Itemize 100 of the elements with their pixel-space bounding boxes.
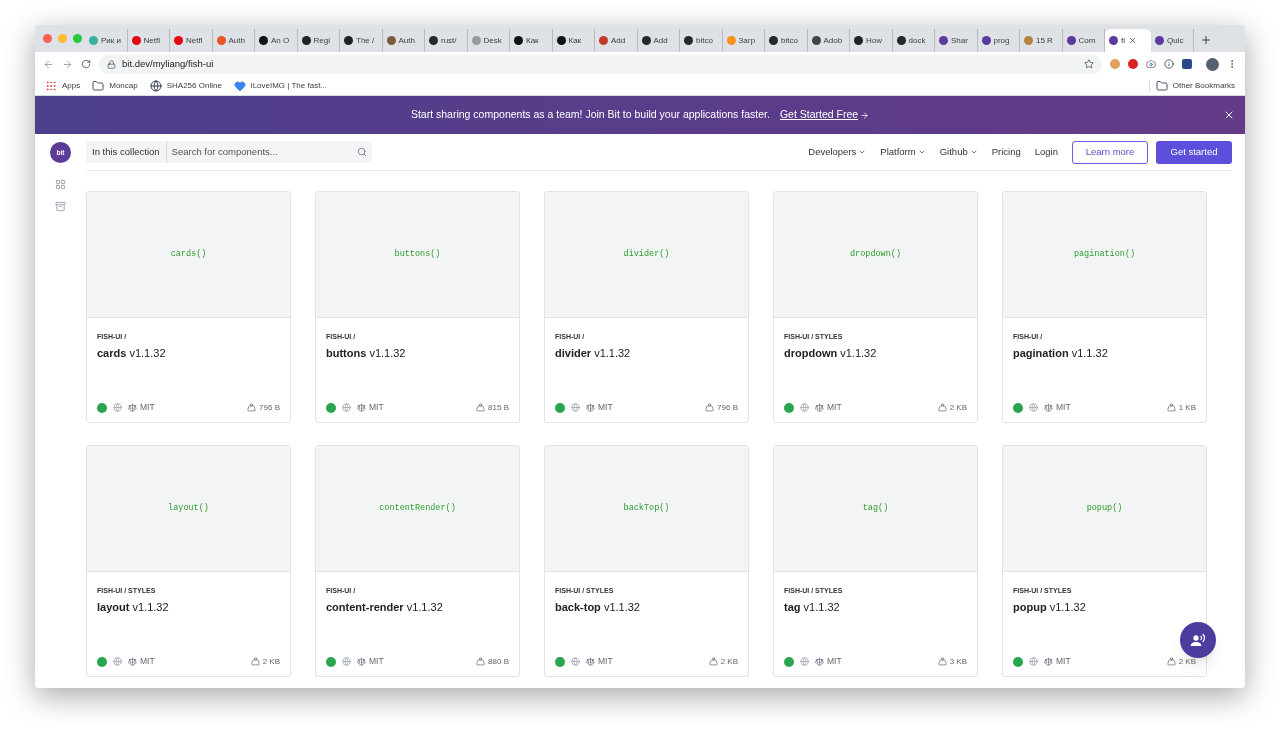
tab-title: Adob (823, 34, 843, 47)
component-title: cards v1.1.32 (97, 345, 167, 361)
tab-title: Загр (738, 34, 756, 47)
learn-more-button[interactable]: Learn more (1072, 140, 1148, 164)
close-icon[interactable] (1128, 36, 1137, 45)
grid-icon[interactable] (55, 179, 66, 190)
license-text: MIT (598, 401, 613, 414)
globe-icon (342, 403, 351, 413)
weight-icon (476, 403, 486, 413)
nav-link[interactable]: Platform (880, 144, 926, 160)
scale-icon (128, 403, 137, 413)
license-text: MIT (369, 401, 384, 414)
bookmark-item[interactable]: iLoveIMG | The fast... (233, 79, 328, 92)
bookmark-item[interactable]: Apps (45, 79, 81, 92)
nav-link[interactable]: Login (1034, 144, 1058, 160)
tab-title: Auth (228, 34, 245, 47)
tab-title: Add (653, 34, 668, 47)
search-bar[interactable]: In this collection Search for components... (86, 141, 372, 163)
camera-icon[interactable] (1146, 59, 1156, 69)
banner-text: Start sharing components as a team! Join Bit to build your applications faster. (410, 107, 770, 123)
scale-icon (128, 657, 137, 667)
preview-code: cards() (170, 248, 207, 261)
archive-icon[interactable] (55, 201, 66, 212)
tab-title: Как (526, 34, 539, 47)
weight-icon (708, 657, 718, 667)
nav-link[interactable]: Developers (808, 144, 867, 160)
preview-code: divider() (623, 248, 670, 261)
weight-icon (1166, 403, 1176, 413)
info-icon[interactable] (1164, 59, 1174, 69)
globe-icon (113, 403, 122, 413)
globe-icon (800, 403, 809, 413)
new-tab-icon[interactable] (1199, 34, 1212, 46)
arrow-icon (860, 110, 870, 120)
size-text: 815 B (488, 401, 509, 414)
tab-title: Desk (483, 34, 502, 47)
component-title: divider v1.1.32 (555, 345, 632, 361)
license-text: MIT (1056, 655, 1071, 668)
globe-icon (800, 657, 809, 667)
close-icon[interactable] (1223, 109, 1235, 121)
component-title: pagination v1.1.32 (1013, 345, 1109, 361)
browser-tab[interactable]: fi (1105, 29, 1151, 52)
tab-title: How (866, 34, 882, 47)
extension-icon[interactable] (1110, 59, 1120, 69)
person-speaking-icon (1190, 632, 1206, 648)
scale-icon (586, 403, 595, 413)
scale-icon (815, 657, 824, 667)
banner-link[interactable]: Get Started Free (779, 107, 870, 123)
tab-title: rust/ (441, 34, 457, 47)
preview-code: contentRender() (379, 502, 456, 515)
globe-icon (1029, 657, 1038, 667)
weight-icon (937, 403, 947, 413)
license-text: MIT (1056, 401, 1071, 414)
back-icon[interactable] (43, 58, 54, 70)
size-text: 880 B (488, 655, 509, 668)
tab-title: Netfl (186, 34, 203, 47)
tab-title: Рик и (101, 34, 121, 47)
nav-link[interactable]: Github (939, 144, 978, 160)
license-text: MIT (140, 655, 155, 668)
tab-title: Auth (398, 34, 415, 47)
size-text: 2 KB (949, 401, 967, 414)
tab-title: Add (611, 34, 626, 47)
tab-title: Netfl (143, 34, 160, 47)
tab-title: An O (271, 34, 290, 47)
preview-code: tag() (862, 502, 889, 515)
scale-icon (1044, 657, 1053, 667)
bookmark-item[interactable]: SHA256 Online (149, 79, 222, 92)
tab-title: Как (568, 34, 582, 47)
get-started-button[interactable]: Get started (1156, 140, 1232, 164)
component-title: back-top v1.1.32 (555, 599, 641, 615)
component-title: popup v1.1.32 (1013, 599, 1087, 615)
avatar-icon[interactable] (1206, 57, 1219, 71)
bookmark-item[interactable]: Moncap (92, 79, 138, 92)
scope-label: In this collection (86, 141, 167, 163)
bookmark-star-icon[interactable] (1084, 59, 1094, 69)
weight-icon (1166, 657, 1176, 667)
globe-icon (149, 79, 162, 92)
tab-title: bitco (696, 34, 713, 47)
size-text: 796 B (717, 401, 738, 414)
close-window-icon[interactable] (43, 34, 52, 43)
reload-icon[interactable] (81, 59, 91, 69)
folder-icon (92, 79, 105, 92)
preview-code: backTop() (623, 502, 670, 515)
folder-icon (1155, 79, 1168, 92)
globe-icon (571, 657, 580, 667)
nav-link[interactable]: Pricing (991, 144, 1021, 160)
address-bar[interactable]: bit.dev/myliang/fish-ui (99, 54, 1102, 74)
search-field[interactable]: Search for components... (171, 144, 357, 160)
globe-icon (571, 403, 580, 413)
other-bookmarks-item[interactable]: Other Bookmarks (1148, 79, 1235, 92)
forward-icon[interactable] (62, 58, 73, 70)
extension-icon[interactable] (1182, 59, 1192, 69)
component-title: content-render v1.1.32 (326, 599, 444, 615)
weight-icon (247, 403, 257, 413)
tab-title: Regi (313, 34, 330, 47)
size-text: 2 KB (720, 655, 738, 668)
weight-icon (250, 657, 260, 667)
size-text: 2 KB (1178, 655, 1196, 668)
size-text: 1 KB (1178, 401, 1196, 414)
scale-icon (815, 403, 824, 413)
chat-button[interactable] (1180, 622, 1216, 658)
